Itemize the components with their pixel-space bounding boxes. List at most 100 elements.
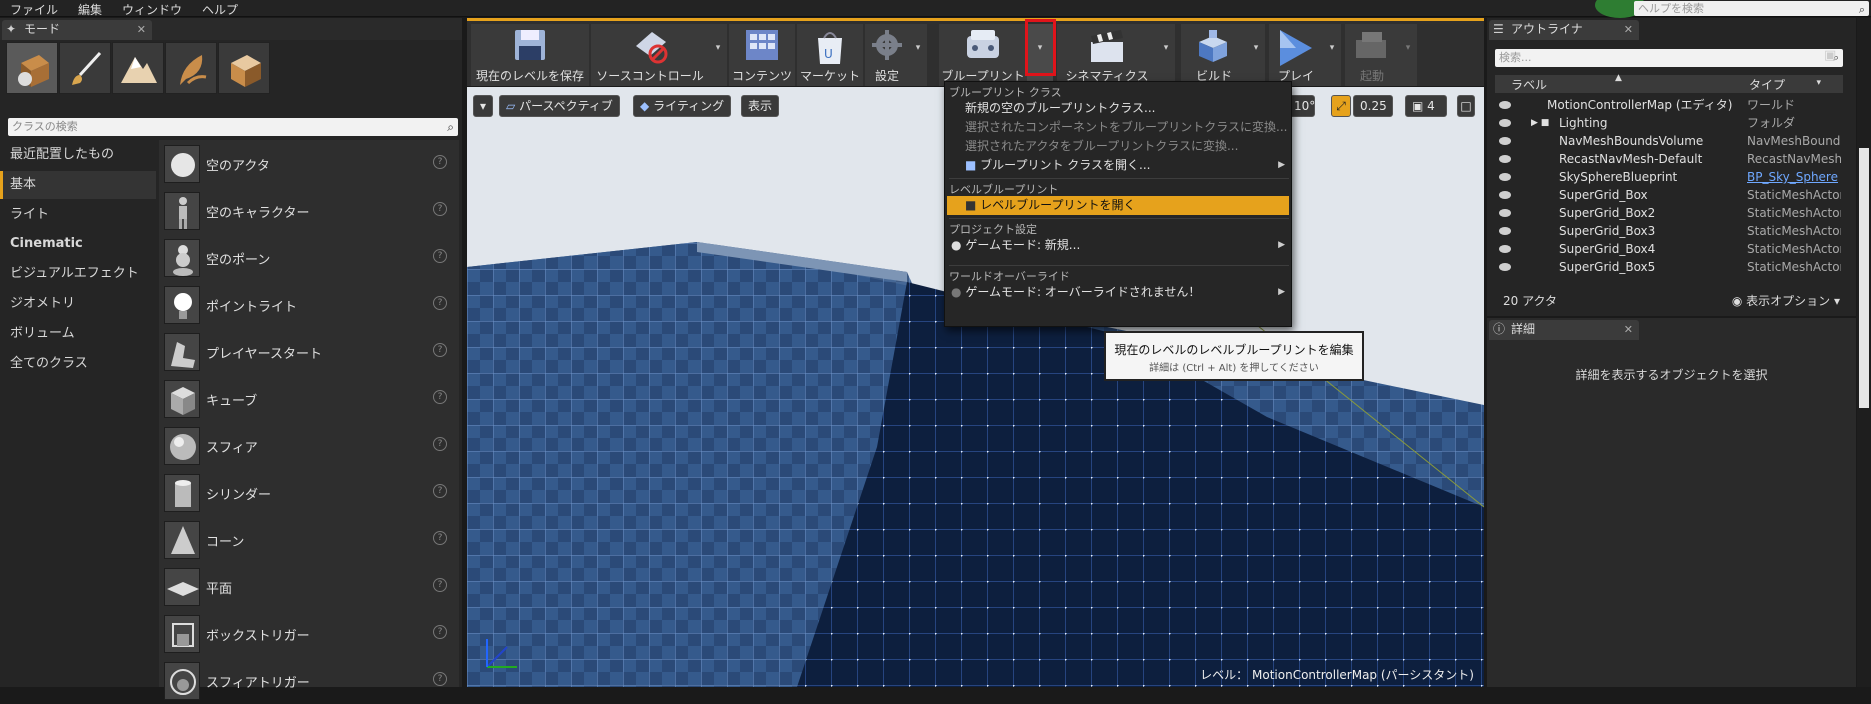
cinematics-dropdown[interactable]: ▾ <box>1157 24 1175 86</box>
lighting-button[interactable]: ◆ ライティング <box>633 95 732 117</box>
content-button[interactable]: コンテンツ <box>729 24 795 86</box>
category-recent[interactable]: 最近配置したもの <box>0 141 156 169</box>
scale-snap-value[interactable]: 0.25 <box>1353 95 1393 117</box>
table-row[interactable]: RecastNavMesh-Default RecastNavMesh <box>1495 150 1843 168</box>
list-item[interactable]: ポイントライト ? <box>159 282 459 328</box>
help-icon[interactable]: ? <box>433 625 447 639</box>
list-item[interactable]: 平面 ? <box>159 564 459 610</box>
outliner-search-input[interactable]: 検索... ⌕ <box>1495 49 1843 67</box>
tab-outliner[interactable]: ☰ アウトライナ ✕ <box>1489 20 1639 40</box>
list-item[interactable]: スフィア ? <box>159 423 459 469</box>
eye-icon[interactable] <box>1499 209 1511 217</box>
column-type[interactable]: タイプ <box>1749 76 1785 93</box>
table-row[interactable]: ▶ ■ Lighting フォルダ <box>1495 114 1843 132</box>
landscape-mode-button[interactable] <box>112 42 164 94</box>
eye-icon[interactable] <box>1499 137 1511 145</box>
column-label[interactable]: ラベル <box>1511 76 1547 93</box>
category-all-classes[interactable]: 全てのクラス <box>0 350 156 378</box>
list-item[interactable]: キューブ ? <box>159 376 459 422</box>
launch-button[interactable]: 起動 <box>1345 24 1399 86</box>
help-icon[interactable]: ? <box>433 672 447 686</box>
launch-dropdown[interactable]: ▾ <box>1399 24 1417 86</box>
marketplace-button[interactable]: U マーケット <box>797 24 863 86</box>
eye-icon[interactable] <box>1499 101 1511 109</box>
list-item[interactable]: スフィアトリガー ? <box>159 658 459 704</box>
new-empty-blueprint-item[interactable]: 新規の空のブループリントクラス... <box>947 99 1289 118</box>
help-icon[interactable]: ? <box>433 202 447 216</box>
help-icon[interactable]: ? <box>433 296 447 310</box>
build-dropdown[interactable]: ▾ <box>1247 24 1265 86</box>
menu-file[interactable]: ファイル <box>10 1 58 18</box>
help-icon[interactable]: ? <box>433 155 447 169</box>
table-row[interactable]: SuperGrid_Box5 StaticMeshActor <box>1495 258 1843 276</box>
list-item[interactable]: プレイヤースタート ? <box>159 329 459 375</box>
maximize-viewport-button[interactable]: □ <box>1457 95 1475 117</box>
open-blueprint-class-item[interactable]: ■ ブループリント クラスを開く... ▶ <box>947 156 1289 175</box>
game-mode-new-item[interactable]: ● ゲームモード: 新規... ▶ <box>947 236 1289 255</box>
help-icon[interactable]: ? <box>433 484 447 498</box>
list-item[interactable]: 空のポーン ? <box>159 235 459 281</box>
convert-actor-item[interactable]: 選択されたアクタをブループリントクラスに変換... <box>947 137 1289 156</box>
close-icon[interactable]: ✕ <box>1624 320 1633 339</box>
help-icon[interactable]: ? <box>433 531 447 545</box>
place-mode-button[interactable] <box>6 42 58 94</box>
list-item[interactable]: 空のキャラクター ? <box>159 188 459 234</box>
menu-edit[interactable]: 編集 <box>78 1 102 18</box>
table-row[interactable]: SuperGrid_Box4 StaticMeshActor <box>1495 240 1843 258</box>
list-item[interactable]: ボックストリガー ? <box>159 611 459 657</box>
class-search-input[interactable]: クラスの検索 ⌕ <box>8 118 458 136</box>
eye-icon[interactable] <box>1499 263 1511 271</box>
category-basic[interactable]: 基本 <box>0 171 156 199</box>
list-item[interactable]: 空のアクタ ? <box>159 141 459 187</box>
close-icon[interactable]: ✕ <box>137 20 146 39</box>
settings-dropdown[interactable]: ▾ <box>909 24 927 86</box>
help-icon[interactable]: ? <box>433 437 447 451</box>
play-button[interactable]: プレイ <box>1269 24 1323 86</box>
category-visual-effects[interactable]: ビジュアルエフェクト <box>0 260 156 288</box>
help-icon[interactable]: ? <box>433 390 447 404</box>
table-row[interactable]: SuperGrid_Box StaticMeshActor <box>1495 186 1843 204</box>
category-cinematic[interactable]: Cinematic <box>0 230 156 258</box>
perspective-button[interactable]: ▱ パースペクティブ <box>499 95 620 117</box>
row-type-link[interactable]: BP_Sky_Sphere <box>1747 168 1841 186</box>
viewport-options-dropdown[interactable]: ▾ <box>473 95 493 117</box>
settings-button[interactable]: 設定 <box>865 24 909 86</box>
geometry-mode-button[interactable] <box>218 42 270 94</box>
tab-details[interactable]: ⓘ 詳細 ✕ <box>1489 320 1639 340</box>
camera-speed-button[interactable]: ▣ 4 <box>1405 95 1447 117</box>
eye-icon[interactable] <box>1499 227 1511 235</box>
table-row[interactable]: SuperGrid_Box2 StaticMeshActor <box>1495 204 1843 222</box>
source-control-dropdown[interactable]: ▾ <box>709 24 727 86</box>
foliage-mode-button[interactable] <box>165 42 217 94</box>
help-icon[interactable]: ? <box>433 343 447 357</box>
help-icon[interactable]: ? <box>433 249 447 263</box>
view-options-button[interactable]: ◉ 表示オプション ▾ <box>1732 292 1840 309</box>
close-icon[interactable]: ✕ <box>1624 20 1633 39</box>
cinematics-button[interactable]: シネマティクス <box>1057 24 1157 86</box>
eye-icon[interactable] <box>1499 173 1511 181</box>
blueprint-button[interactable]: ブループリント <box>939 24 1027 86</box>
eye-icon[interactable] <box>1499 119 1511 127</box>
category-lights[interactable]: ライト <box>0 201 156 229</box>
eye-icon[interactable] <box>1499 245 1511 253</box>
scrollbar-thumb[interactable] <box>1859 148 1869 408</box>
source-control-button[interactable]: ソースコントロール <box>591 24 709 86</box>
scale-snap-toggle[interactable]: ⤢ <box>1331 95 1351 117</box>
menu-window[interactable]: ウィンドウ <box>122 1 182 18</box>
add-folder-icon[interactable]: ▣ <box>1824 48 1842 66</box>
save-level-button[interactable]: 現在のレベルを保存 <box>471 24 589 86</box>
list-item[interactable]: シリンダー ? <box>159 470 459 516</box>
table-row[interactable]: SuperGrid_Box3 StaticMeshActor <box>1495 222 1843 240</box>
chevron-down-icon[interactable]: ▾ <box>1816 78 1821 88</box>
game-mode-override-item[interactable]: ● ゲームモード: オーバーライドされません！ ▶ <box>947 283 1289 302</box>
table-row[interactable]: MotionControllerMap (エディタ) ワールド <box>1495 96 1843 114</box>
tab-modes[interactable]: ✦ モード ✕ <box>2 20 152 40</box>
convert-component-item[interactable]: 選択されたコンポーネントをブループリントクラスに変換... <box>947 118 1289 137</box>
eye-icon[interactable] <box>1499 155 1511 163</box>
paint-mode-button[interactable] <box>59 42 111 94</box>
table-row[interactable]: NavMeshBoundsVolume NavMeshBounds <box>1495 132 1843 150</box>
build-button[interactable]: ビルド <box>1181 24 1247 86</box>
menu-help[interactable]: ヘルプ <box>202 1 238 18</box>
category-volumes[interactable]: ボリューム <box>0 320 156 348</box>
show-button[interactable]: 表示 <box>741 95 780 117</box>
